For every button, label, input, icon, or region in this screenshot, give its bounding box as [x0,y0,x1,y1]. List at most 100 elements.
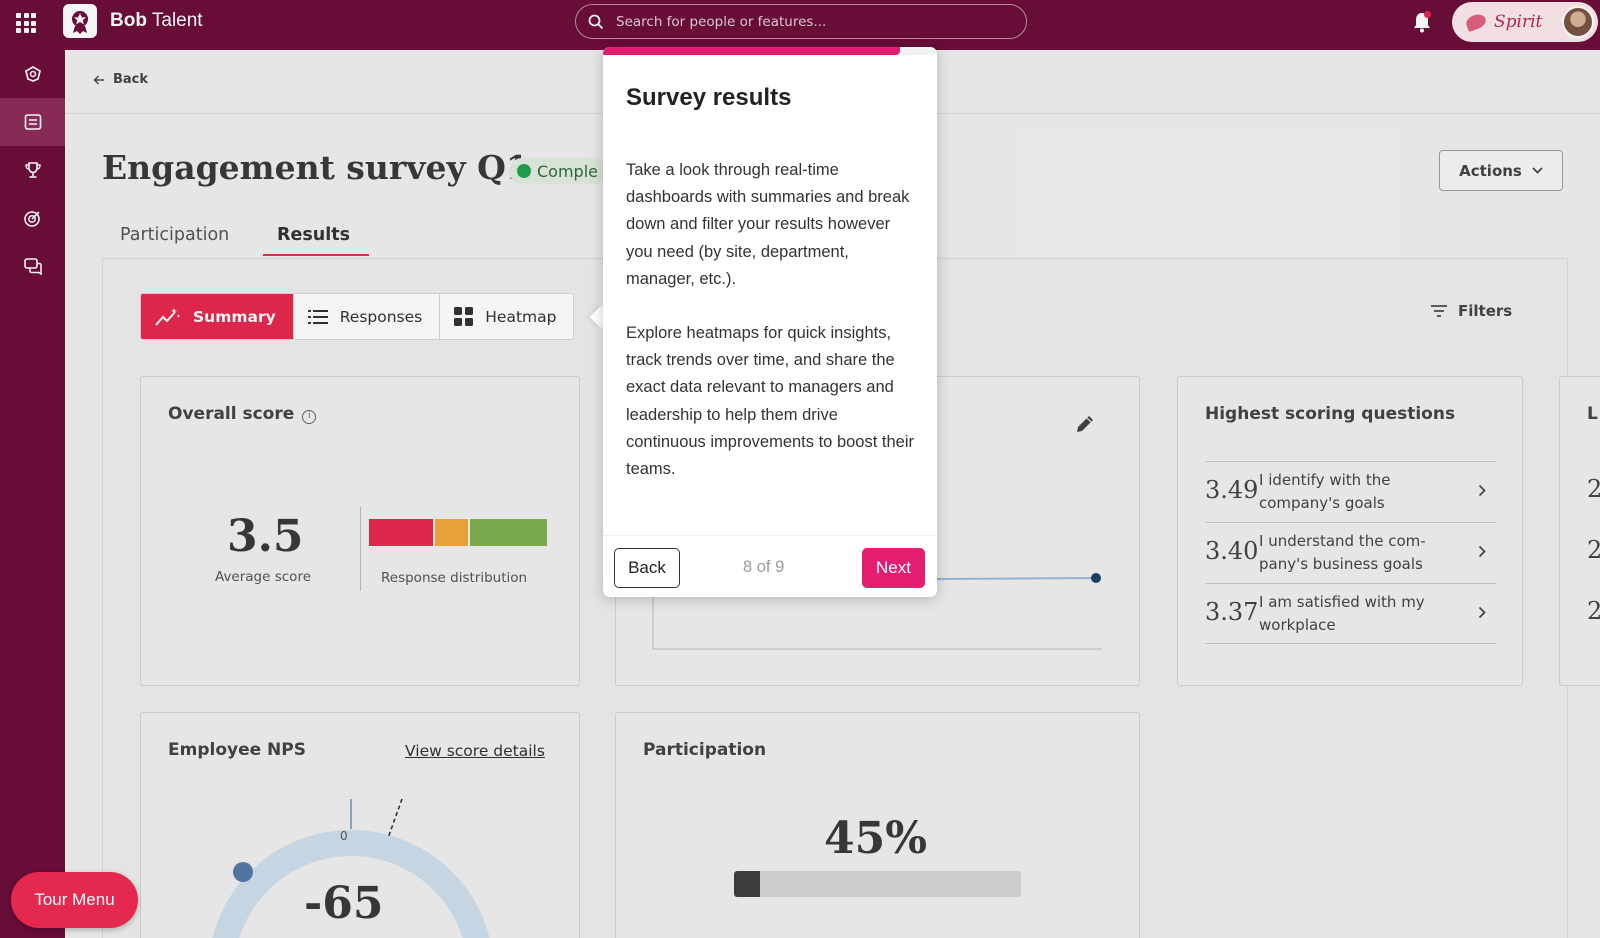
spirit-label: Spirit [1494,12,1543,32]
divider [360,507,361,591]
question-score: 2 [1587,475,1600,503]
nps-marker [233,862,253,882]
responses-view-button[interactable]: Responses [294,294,441,339]
info-icon[interactable]: i [302,410,317,424]
responses-label: Responses [339,307,423,326]
question-score: 3.49 [1205,476,1259,504]
response-distribution-caption: Response distribution [381,570,528,586]
sidebar-item-chat[interactable] [0,242,65,290]
status-badge: Comple [509,158,608,184]
distribution-segment [435,519,468,546]
participation-bar-fill [734,871,760,897]
tab-participation[interactable]: Participation [120,225,229,258]
tour-paragraph: Take a look through real-time dashboards… [626,161,910,288]
participation-title: Participation [643,740,767,760]
chevron-right-icon [1478,606,1486,619]
top-bar: Bob Talent Search for people or features… [0,0,1600,50]
average-score-value: 3.5 [227,511,304,562]
sparkline-icon [155,307,181,326]
avatar[interactable] [1562,6,1594,38]
question-score: 3.40 [1205,537,1259,565]
question-row[interactable]: 3.40 I understand the com- pany's busine… [1205,522,1496,583]
tour-title: Survey results [626,84,792,111]
sidebar-item-awards[interactable] [0,146,65,194]
sidebar-item-wellbeing[interactable] [0,50,65,98]
edit-icon[interactable] [1074,413,1096,435]
overall-score-title: Overall score i [168,404,317,424]
bob-logo[interactable] [63,4,97,38]
lowest-scoring-title: L [1587,404,1598,424]
page-title: Engagement survey Q1 [102,148,529,187]
search-placeholder: Search for people or features... [616,13,827,30]
notification-dot [1424,11,1431,18]
question-score: 2 [1587,597,1600,625]
actions-label: Actions [1459,161,1522,180]
highest-scoring-card: Highest scoring questions 3.49 I identif… [1177,376,1523,686]
filter-icon [1431,305,1447,317]
search-icon [588,14,604,30]
response-distribution-bar [369,519,547,546]
question-text: I am satisfied with my workplace [1259,593,1425,634]
status-dot [517,164,531,178]
active-tab-underline [263,254,369,256]
actions-button[interactable]: Actions [1439,150,1563,191]
participation-bar [734,871,1021,897]
question-text: I understand the com- pany's business go… [1259,532,1426,573]
chat-icon [23,258,42,276]
grid-icon [454,307,474,326]
view-score-details-link[interactable]: View score details [405,742,545,760]
sidebar [0,50,65,938]
employee-nps-card: Employee NPS View score details 0 -65 [140,712,580,938]
tour-next-button[interactable]: Next [862,548,925,588]
tour-step-counter: 8 of 9 [743,558,785,576]
arrow-left-icon [93,75,104,84]
employee-nps-title: Employee NPS [168,740,306,760]
sidebar-item-surveys[interactable] [0,98,65,146]
back-link[interactable]: Back [93,72,148,87]
question-row[interactable]: 3.49 I identify with the company's goals [1205,461,1496,522]
question-score: 2 [1587,536,1600,564]
nps-zero-label: 0 [340,829,348,843]
tour-progress-bar [603,47,901,55]
goals-icon [23,211,40,227]
filters-button[interactable]: Filters [1430,302,1512,320]
apps-grid-icon[interactable] [16,13,36,33]
question-score: 3.37 [1205,598,1259,626]
back-label: Back [113,72,149,87]
tour-progress-track [603,47,937,55]
distribution-segment [369,519,433,546]
chevron-down-icon [1532,167,1543,174]
tour-back-button[interactable]: Back [614,548,680,588]
participation-value: 45% [824,813,928,864]
tour-popover: Survey results Take a look through real-… [603,47,937,597]
sidebar-item-goals[interactable] [0,194,65,242]
tour-menu-button[interactable]: Tour Menu [11,872,138,928]
filters-label: Filters [1458,302,1513,320]
distribution-segment [470,519,547,546]
overall-score-card: Overall score i 3.5 Average score Respons… [140,376,580,686]
chevron-right-icon [1478,484,1486,497]
app-title: Bob Talent [110,10,203,31]
trophy-icon [24,162,41,178]
chevron-right-icon [1478,545,1486,558]
trend-point [1091,573,1101,583]
spirit-logo-icon [1464,12,1488,32]
search-input[interactable]: Search for people or features... [575,4,1027,39]
heatmap-label: Heatmap [485,307,557,326]
average-score-caption: Average score [215,569,312,585]
view-switcher: Summary Responses Heatmap [140,293,575,340]
heatmap-view-button[interactable]: Heatmap [440,294,573,339]
status-label: Comple [537,161,598,181]
participation-card: Participation 45% [615,712,1140,938]
lowest-scoring-card: L 2 2 2 [1559,376,1600,686]
question-row[interactable]: 3.37 I am satisfied with my workplace [1205,583,1496,644]
tour-paragraph: Explore heatmaps for quick insights, tra… [626,324,914,479]
question-text: I identify with the company's goals [1259,471,1391,512]
tour-body: Take a look through real-time dashboards… [626,157,921,483]
highest-scoring-title: Highest scoring questions [1205,404,1456,424]
surveys-icon [24,114,41,130]
summary-label: Summary [193,307,276,326]
wellbeing-icon [24,66,41,82]
summary-view-button[interactable]: Summary [141,294,294,339]
tour-footer: Back 8 of 9 Next [603,535,937,597]
